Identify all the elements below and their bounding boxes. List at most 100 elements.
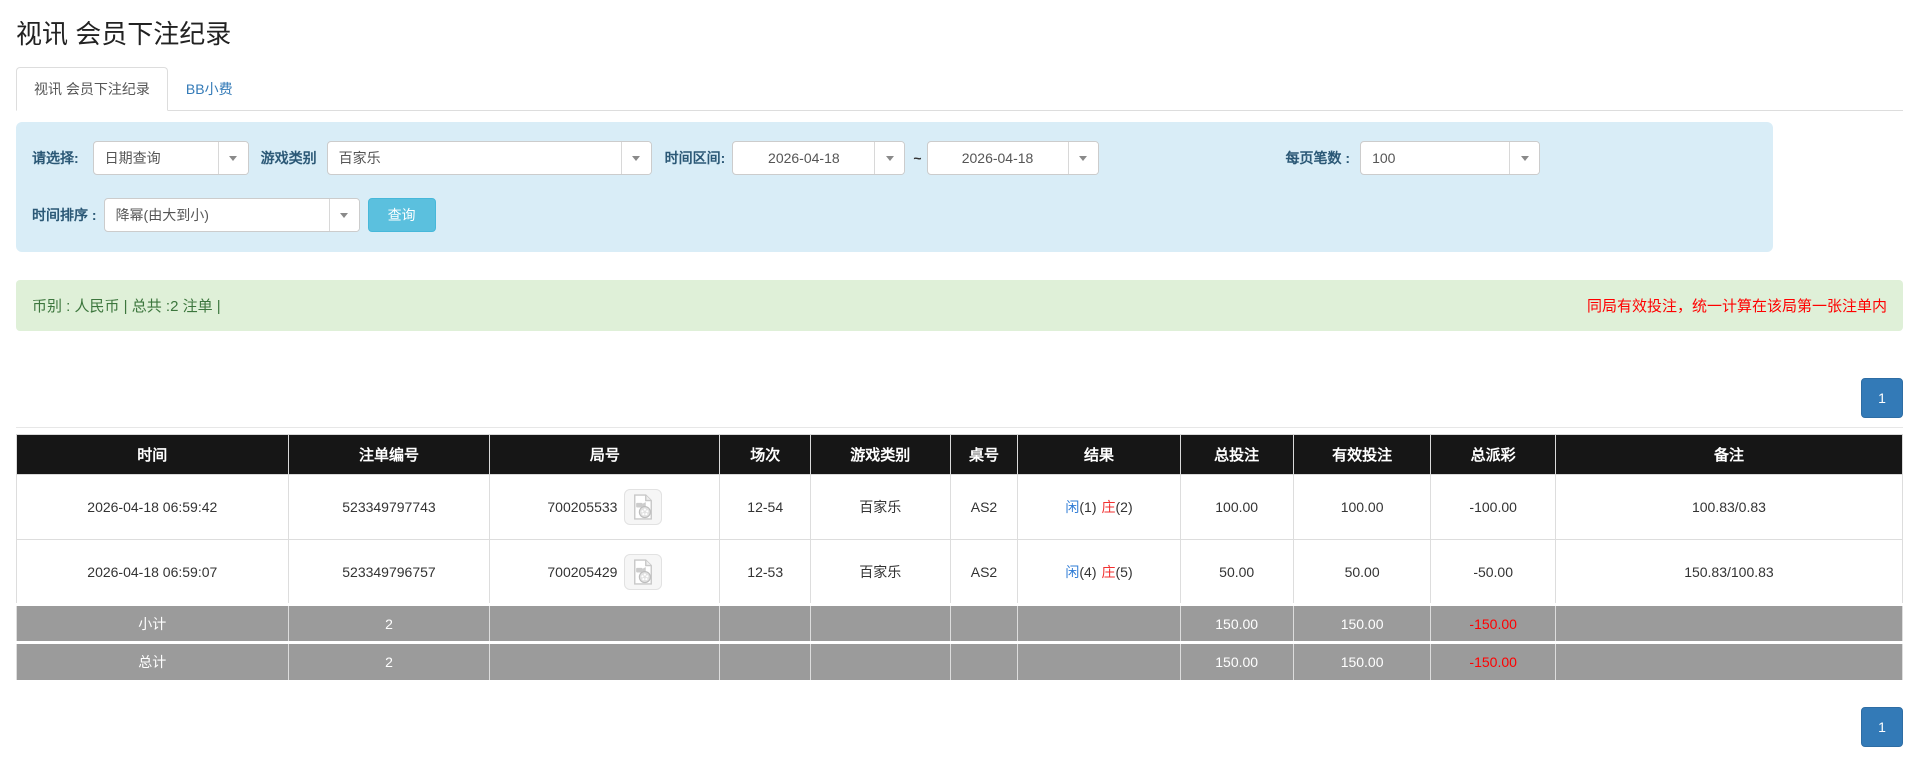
game-category-value: 百家乐 [338, 150, 381, 166]
date-from-input[interactable]: 2026-04-18 [732, 141, 906, 175]
table-header-row: 时间 注单编号 局号 场次 游戏类别 桌号 结果 总投注 有效投注 总派彩 备注 [16, 434, 1904, 475]
cell-time: 2026-04-18 06:59:07 [16, 539, 289, 605]
select-type-label: 请选择: [32, 150, 79, 166]
summary-bar: 币别 : 人民币 | 总共 :2 注单 | 同局有效投注，统一计算在该局第一张注… [16, 280, 1903, 331]
subtotal-empty-cell [719, 603, 811, 643]
header-remark: 备注 [1554, 434, 1904, 475]
cell-total-bet-link[interactable]: 100.00 [1179, 474, 1294, 540]
select-type-dropdown[interactable]: 日期查询 [92, 141, 249, 175]
video-file-icon [634, 494, 653, 520]
page-container: 视讯 会员下注纪录 视讯 会员下注纪录 BB小费 请选择: 日期查询 游戏类别 … [0, 0, 1919, 777]
header-result: 结果 [1017, 434, 1181, 475]
cell-valid-bet: 50.00 [1292, 539, 1432, 605]
query-button[interactable]: 查询 [367, 198, 436, 232]
header-payout: 总派彩 [1430, 434, 1556, 475]
chevron-down-icon [1520, 155, 1529, 161]
time-sort-label: 时间排序 : [32, 207, 97, 223]
cell-game: 百家乐 [809, 539, 951, 605]
date-from-caret-button[interactable] [874, 142, 905, 174]
time-sort-caret-button[interactable] [328, 199, 359, 231]
cell-payout: -50.00 [1430, 539, 1556, 605]
subtotal-payout: -150.00 [1430, 603, 1556, 643]
table-row: 2026-04-18 06:59:42 523349797743 7002055… [16, 474, 1904, 540]
header-game-category: 游戏类别 [809, 434, 951, 475]
game-category-label: 游戏类别 [260, 150, 317, 166]
grand-total-row: 总计 2 150.00 150.00 -150.00 [16, 641, 1904, 681]
result-banker-value: (5) [1115, 563, 1133, 580]
cell-payout: -100.00 [1430, 474, 1556, 540]
cell-session: 12-54 [719, 474, 811, 540]
page-title: 视讯 会员下注纪录 [16, 19, 232, 49]
grand-total-empty-cell [949, 641, 1019, 681]
subtotal-empty-cell [809, 603, 951, 643]
page-size-dropdown[interactable]: 100 [1360, 141, 1541, 175]
grand-total-empty-cell [809, 641, 951, 681]
header-session: 场次 [719, 434, 811, 475]
subtotal-total-bet: 150.00 [1179, 603, 1294, 643]
cell-round-id: 700205429 [489, 539, 721, 605]
cell-valid-bet: 100.00 [1292, 474, 1432, 540]
result-player-label: 闲 [1065, 499, 1080, 515]
tab-bb-tips[interactable]: BB小费 [168, 67, 251, 111]
cell-remark: 150.83/100.83 [1554, 539, 1904, 605]
result-player-value: (1) [1079, 499, 1097, 515]
filter-panel: 请选择: 日期查询 游戏类别 百家乐 时间区间: 2026-04-18 ~ 20… [16, 122, 1773, 252]
cell-remark: 100.83/0.83 [1554, 474, 1904, 540]
chevron-down-icon [340, 212, 349, 218]
result-player-value: (4) [1079, 563, 1097, 580]
page-size-caret-button[interactable] [1509, 142, 1540, 174]
page-size-value: 100 [1372, 150, 1396, 166]
page-1-button[interactable]: 1 [1861, 378, 1903, 418]
cell-time: 2026-04-18 06:59:42 [16, 474, 289, 540]
grand-total-empty-cell [1554, 641, 1904, 681]
chevron-down-icon [1079, 155, 1088, 161]
cell-table-no: AS2 [949, 474, 1019, 540]
subtotal-count: 2 [287, 603, 491, 643]
date-to-value: 2026-04-18 [961, 150, 1034, 166]
date-to-input[interactable]: 2026-04-18 [926, 141, 1099, 175]
date-to-caret-button[interactable] [1067, 142, 1098, 174]
grand-total-valid-bet: 150.00 [1292, 641, 1432, 681]
cell-result: 闲(1) 庄(2) [1017, 474, 1181, 540]
betting-records-table: 时间 注单编号 局号 场次 游戏类别 桌号 结果 总投注 有效投注 总派彩 备注… [16, 434, 1904, 681]
table-top-divider [16, 427, 1903, 428]
subtotal-empty-cell [1554, 603, 1904, 643]
result-banker-value: (2) [1115, 499, 1133, 515]
time-range-label: 时间区间: [664, 150, 726, 166]
time-sort-value: 降幂(由大到小) [115, 207, 209, 223]
grand-total-empty-cell [489, 641, 721, 681]
header-total-bet: 总投注 [1179, 434, 1294, 475]
grand-total-empty-cell [719, 641, 811, 681]
round-id-text: 700205533 [547, 499, 618, 515]
tab-betting-records[interactable]: 视讯 会员下注纪录 [16, 67, 168, 111]
subtotal-row: 小计 2 150.00 150.00 -150.00 [16, 603, 1904, 643]
select-type-value: 日期查询 [104, 150, 161, 166]
subtotal-valid-bet: 150.00 [1292, 603, 1432, 643]
filter-row-2: 时间排序 : 降幂(由大到小) 查询 [24, 198, 1761, 232]
result-player-label: 闲 [1065, 563, 1080, 580]
header-valid-bet: 有效投注 [1292, 434, 1432, 475]
video-replay-button[interactable] [624, 489, 663, 525]
grand-total-count: 2 [287, 641, 491, 681]
video-replay-button[interactable] [624, 553, 663, 590]
header-round-id: 局号 [489, 434, 721, 475]
subtotal-label: 小计 [16, 603, 289, 643]
round-id-text: 700205429 [547, 563, 618, 580]
time-sort-dropdown[interactable]: 降幂(由大到小) [103, 198, 360, 232]
game-category-dropdown[interactable]: 百家乐 [326, 141, 652, 175]
video-file-icon [634, 558, 653, 585]
cell-round-id: 700205533 [489, 474, 721, 540]
grand-total-empty-cell [1017, 641, 1181, 681]
select-type-caret-button[interactable] [217, 142, 248, 174]
subtotal-empty-cell [489, 603, 721, 643]
header-table-no: 桌号 [949, 434, 1019, 475]
page-1-button[interactable]: 1 [1861, 707, 1903, 747]
grand-total-total-bet: 150.00 [1179, 641, 1294, 681]
game-category-caret-button[interactable] [620, 142, 651, 174]
cell-total-bet-link[interactable]: 50.00 [1179, 539, 1294, 605]
grand-total-label: 总计 [16, 641, 289, 681]
valid-bet-notice: 同局有效投注，统一计算在该局第一张注单内 [1586, 298, 1887, 315]
subtotal-empty-cell [1017, 603, 1181, 643]
chevron-down-icon [632, 155, 641, 161]
filter-row-1: 请选择: 日期查询 游戏类别 百家乐 时间区间: 2026-04-18 ~ 20… [24, 141, 1761, 175]
